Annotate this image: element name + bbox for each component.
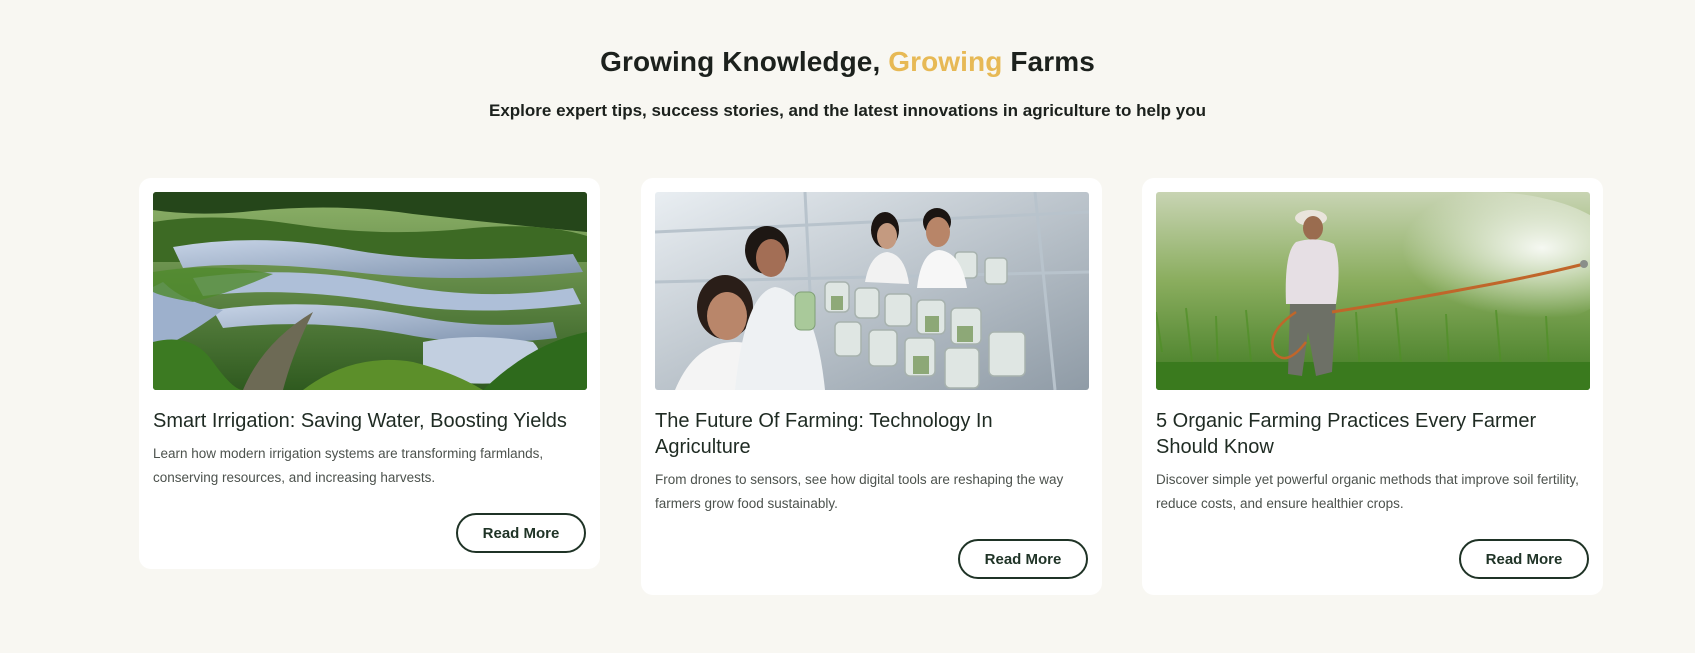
farmer-spraying-photo[interactable] [1156,192,1590,390]
read-more-button[interactable]: Read More [456,513,586,553]
card-description: From drones to sensors, see how digital … [655,472,1064,511]
title-highlight: Growing [888,46,1003,77]
read-more-button[interactable]: Read More [958,539,1088,579]
blog-card-technology: The Future Of Farming: Technology In Agr… [641,178,1102,595]
section-subtitle: Explore expert tips, success stories, an… [488,101,1206,120]
card-title[interactable]: The Future Of Farming: Technology In Agr… [655,408,1088,460]
section-title: Growing Knowledge, Growing Farms [0,46,1695,78]
blog-card-organic: 5 Organic Farming Practices Every Farmer… [1142,178,1603,595]
card-description: Learn how modern irrigation systems are … [153,446,544,485]
card-description: Discover simple yet powerful organic met… [1156,472,1579,511]
title-part-2: Farms [1002,46,1095,77]
read-more-button[interactable]: Read More [1459,539,1589,579]
card-title[interactable]: 5 Organic Farming Practices Every Farmer… [1156,408,1589,460]
card-title[interactable]: Smart Irrigation: Saving Water, Boosting… [153,408,586,434]
lab-researchers-photo[interactable] [655,192,1089,390]
rice-terraces-photo[interactable] [153,192,587,390]
blog-card-irrigation: Smart Irrigation: Saving Water, Boosting… [139,178,600,569]
title-part-1: Growing Knowledge, [600,46,889,77]
